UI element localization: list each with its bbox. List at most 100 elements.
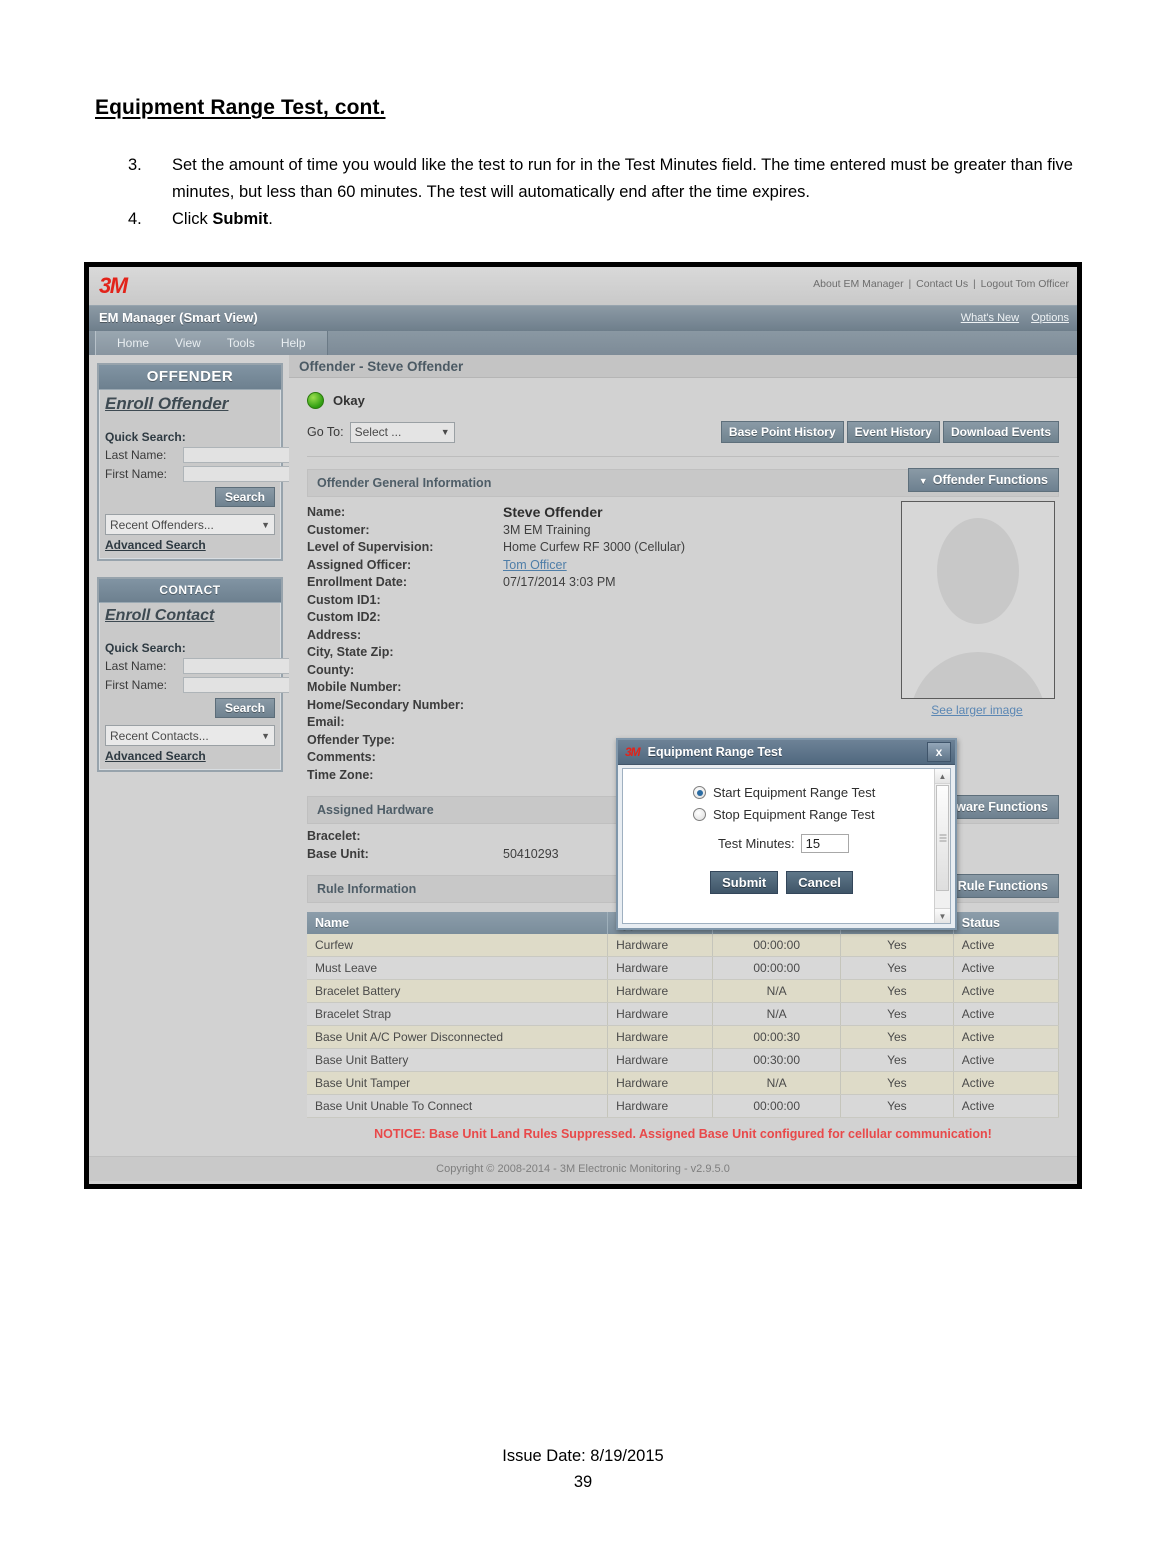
link-about-em-manager[interactable]: About EM Manager — [813, 278, 903, 290]
cell-has-actions: Yes — [840, 1002, 954, 1026]
column-header-status[interactable]: Status — [953, 912, 1060, 934]
menu-item-help[interactable]: Help — [268, 336, 319, 350]
radio-start-test[interactable] — [693, 786, 706, 799]
table-row[interactable]: Base Unit Unable To Connect Hardware 00:… — [307, 1094, 1060, 1118]
offender-search-button[interactable]: Search — [214, 487, 275, 507]
offender-advanced-search-link[interactable]: Advanced Search — [99, 535, 281, 552]
column-header-name[interactable]: Name — [307, 912, 609, 934]
scroll-up-arrow-icon[interactable]: ▲ — [935, 769, 950, 784]
cell-has-actions: Yes — [840, 1025, 954, 1049]
radio-stop-test-label: Stop Equipment Range Test — [713, 807, 875, 822]
menu-item-home[interactable]: Home — [104, 336, 162, 350]
equipment-range-test-dialog: 3M Equipment Range Test x Start Equipmen… — [616, 738, 957, 930]
test-minutes-label: Test Minutes: — [718, 836, 795, 851]
3m-logo: 3M — [99, 273, 128, 298]
step-text-after: . — [268, 210, 273, 228]
submit-button[interactable]: Submit — [710, 871, 779, 894]
info-key: Email: — [307, 715, 345, 729]
cell-type: Hardware — [607, 956, 714, 980]
link-logout[interactable]: Logout Tom Officer — [981, 278, 1069, 290]
info-value: 3M EM Training — [503, 522, 591, 537]
offender-last-name-label: Last Name: — [105, 448, 167, 462]
offender-last-name-row: Last Name: — [99, 444, 333, 463]
contact-advanced-search-link[interactable]: Advanced Search — [99, 746, 281, 763]
cell-status: Active — [953, 1094, 1060, 1118]
cell-has-actions: Yes — [840, 1048, 954, 1072]
info-key: Address: — [307, 627, 362, 642]
chevron-down-icon: ▼ — [440, 427, 450, 437]
link-whats-new[interactable]: What's New — [961, 312, 1019, 324]
general-information-bar: Offender General Information ▼ Offender F… — [307, 468, 1059, 497]
cancel-button[interactable]: Cancel — [786, 871, 853, 894]
status-ok-icon — [307, 392, 324, 409]
cell-name: Base Unit Battery — [307, 1048, 609, 1072]
cell-has-actions: Yes — [840, 956, 954, 980]
info-key: Base Unit: — [307, 846, 369, 861]
download-events-button[interactable]: Download Events — [942, 421, 1059, 443]
menu-item-view[interactable]: View — [162, 336, 214, 350]
assigned-officer-link[interactable]: Tom Officer — [503, 558, 567, 572]
offender-panel-heading: OFFENDER — [99, 365, 281, 390]
scroll-down-arrow-icon[interactable]: ▼ — [935, 908, 950, 923]
dialog-title-bar: 3M Equipment Range Test x — [618, 740, 955, 765]
recent-contacts-select[interactable]: Recent Contacts... ▼ — [105, 725, 275, 746]
cell-status: Active — [953, 1048, 1060, 1072]
cell-name: Base Unit Tamper — [307, 1071, 609, 1095]
table-row[interactable]: Bracelet Battery Hardware N/A Yes Active — [307, 979, 1060, 1003]
history-button-group: Base Point History Event History Downloa… — [720, 421, 1059, 443]
chevron-down-icon: ▼ — [918, 476, 928, 486]
dialog-button-row: Submit Cancel — [623, 853, 950, 894]
contact-search-button[interactable]: Search — [214, 698, 275, 718]
contact-first-name-row: First Name: — [99, 674, 333, 693]
offender-functions-button[interactable]: ▼ Offender Functions — [907, 468, 1059, 492]
cell-status: Active — [953, 934, 1060, 957]
assigned-hardware-title: Assigned Hardware — [317, 803, 434, 817]
info-key: Customer: — [307, 522, 370, 537]
offender-panel: OFFENDER Enroll Offender Quick Search: L… — [97, 363, 333, 561]
menu-item-tools[interactable]: Tools — [214, 336, 268, 350]
link-contact-us[interactable]: Contact Us — [916, 278, 968, 290]
info-key: Home/Secondary Number: — [307, 697, 464, 712]
cell-name: Bracelet Strap — [307, 1002, 609, 1026]
app-title-bar: EM Manager (Smart View) What's New Option… — [89, 305, 1077, 331]
close-icon[interactable]: x — [927, 742, 951, 762]
info-key: Level of Supervision: — [307, 540, 434, 554]
enroll-offender-link[interactable]: Enroll Offender — [99, 390, 281, 416]
recent-offenders-value: Recent Offenders... — [110, 517, 214, 532]
dialog-scrollbar[interactable]: ▲ ▼ — [934, 769, 950, 923]
info-value: 50410293 — [503, 846, 559, 861]
start-test-option-row[interactable]: Start Equipment Range Test — [623, 785, 950, 807]
goto-select[interactable]: Select ... ▼ — [349, 421, 455, 443]
cell-grace-period: 00:00:00 — [712, 934, 842, 957]
table-row[interactable]: Bracelet Strap Hardware N/A Yes Active — [307, 1002, 1060, 1026]
see-larger-image-link[interactable]: See larger image — [901, 699, 1053, 717]
cell-status: Active — [953, 1002, 1060, 1026]
contact-last-name-label: Last Name: — [105, 659, 167, 673]
table-row[interactable]: Curfew Hardware 00:00:00 Yes Active — [307, 934, 1060, 957]
cell-grace-period: 00:00:00 — [712, 956, 842, 980]
chevron-down-icon: ▼ — [261, 730, 270, 741]
status-label: Okay — [333, 393, 365, 408]
info-value: 07/17/2014 3:03 PM — [503, 575, 616, 589]
recent-offenders-select[interactable]: Recent Offenders... ▼ — [105, 514, 275, 535]
table-row[interactable]: Base Unit A/C Power Disconnected Hardwar… — [307, 1025, 1060, 1049]
link-options[interactable]: Options — [1031, 312, 1069, 324]
menu-bar: Home View Tools Help — [89, 331, 1077, 355]
stop-test-option-row[interactable]: Stop Equipment Range Test — [623, 807, 950, 829]
contact-panel: CONTACT Enroll Contact Quick Search: Las… — [97, 577, 333, 772]
rule-information-table: Name Type Grace Period Has Actions Statu… — [307, 912, 1060, 1118]
event-history-button[interactable]: Event History — [846, 421, 940, 443]
scrollbar-thumb[interactable] — [936, 785, 949, 891]
test-minutes-input[interactable] — [800, 834, 849, 853]
base-point-history-button[interactable]: Base Point History — [720, 421, 844, 443]
main-content: Offender - Steve Offender Okay Go To: Se… — [289, 355, 1077, 1156]
enroll-contact-link[interactable]: Enroll Contact — [99, 603, 281, 627]
table-row[interactable]: Base Unit Tamper Hardware N/A Yes Active — [307, 1071, 1060, 1095]
table-row[interactable]: Base Unit Battery Hardware 00:30:00 Yes … — [307, 1048, 1060, 1072]
suppressed-rules-notice: NOTICE: Base Unit Land Rules Suppressed.… — [374, 1127, 992, 1141]
radio-stop-test[interactable] — [693, 808, 706, 821]
cell-status: Active — [953, 956, 1060, 980]
cell-has-actions: Yes — [840, 1071, 954, 1095]
3m-logo-icon: 3M — [625, 745, 641, 759]
table-row[interactable]: Must Leave Hardware 00:00:00 Yes Active — [307, 956, 1060, 980]
